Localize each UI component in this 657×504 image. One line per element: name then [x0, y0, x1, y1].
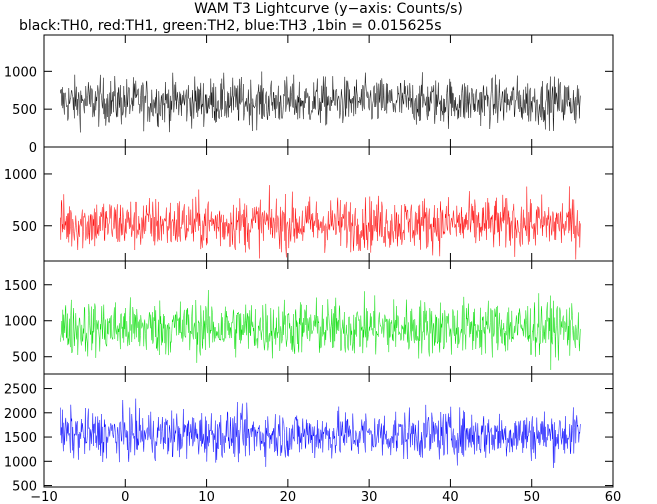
x-tick-label: −10 [30, 490, 57, 504]
y-tick-label: 2000 [4, 407, 37, 422]
y-tick-label: 1000 [4, 168, 37, 183]
y-tick-label: 2500 [4, 383, 37, 398]
x-tick-label: 20 [280, 490, 297, 504]
x-tick-label: 30 [361, 490, 378, 504]
x-tick-label: 0 [121, 490, 129, 504]
y-tick-label: 0 [29, 141, 37, 156]
y-tick-label: 500 [12, 220, 37, 235]
y-tick-label: 1000 [4, 65, 37, 80]
y-tick-label: 1000 [4, 455, 37, 470]
x-tick-label: 50 [523, 490, 540, 504]
y-tick-label: 1500 [4, 431, 37, 446]
y-tick-label: 1000 [4, 315, 37, 330]
series-th2 [60, 290, 581, 370]
x-tick-label: 60 [605, 490, 622, 504]
series-th0 [60, 71, 581, 133]
y-tick-label: 1500 [4, 279, 37, 294]
y-tick-label: 500 [12, 351, 37, 366]
series-th1 [60, 185, 581, 260]
x-tick-label: 40 [442, 490, 459, 504]
lightcurve-chart: 0500100050010005001000150050010001500200… [4, 34, 622, 504]
series-th3 [60, 398, 581, 468]
x-tick-label: 10 [198, 490, 215, 504]
y-tick-label: 500 [12, 103, 37, 118]
panel-frame-th1 [43, 146, 614, 262]
